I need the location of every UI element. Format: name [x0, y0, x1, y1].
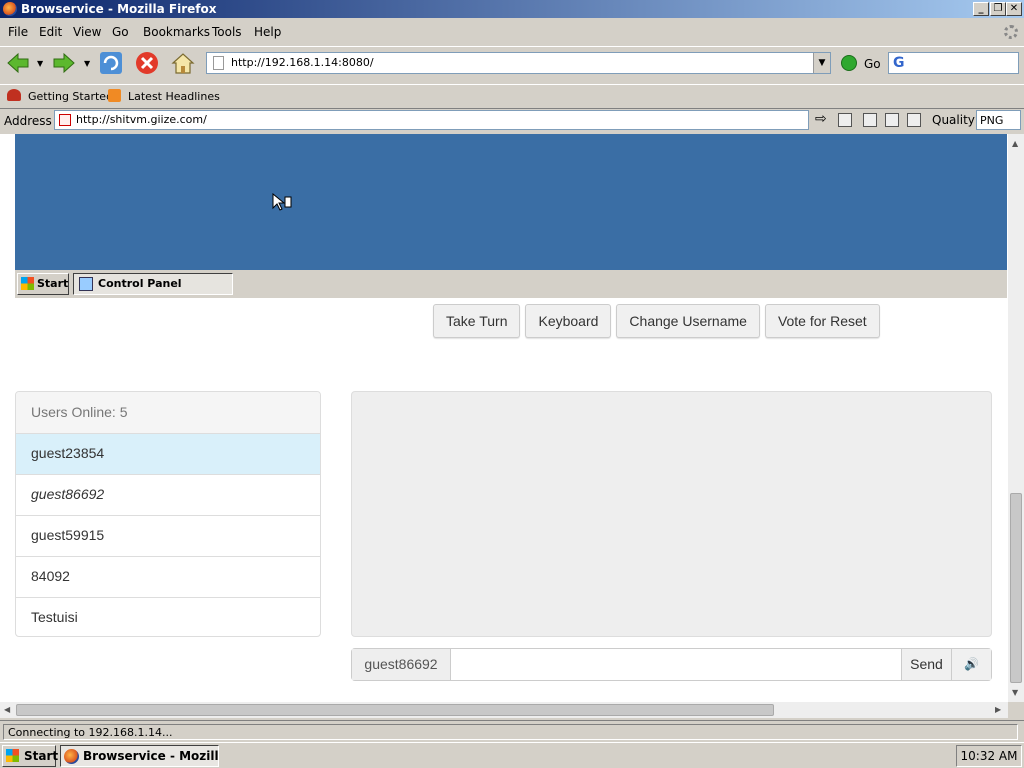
- chat-username: guest86692: [352, 649, 451, 680]
- control-panel-icon: [79, 277, 93, 291]
- vm-start-label: Start: [37, 277, 69, 290]
- throbber-icon: [1004, 25, 1018, 39]
- users-online-panel: Users Online: 5 guest23854 guest86692 gu…: [15, 391, 321, 637]
- action-button-row: Take Turn Keyboard Change Username Vote …: [433, 304, 880, 338]
- menu-tools[interactable]: Tools: [212, 25, 242, 39]
- scroll-down-icon[interactable]: ▼: [1012, 688, 1018, 697]
- keyboard-button[interactable]: Keyboard: [525, 304, 612, 338]
- user-list-item[interactable]: guest59915: [16, 516, 320, 557]
- forward-dropdown-icon[interactable]: ▼: [84, 59, 90, 68]
- vm-start-button[interactable]: Start: [17, 273, 69, 295]
- vm-screen[interactable]: [15, 134, 1007, 270]
- horizontal-scrollbar[interactable]: ◀ ▶: [0, 702, 1008, 718]
- back-arrow-icon[interactable]: [6, 51, 30, 75]
- address-label: Address: [4, 114, 52, 128]
- user-list-item[interactable]: guest23854: [16, 434, 320, 475]
- status-text: Connecting to 192.168.1.14...: [3, 724, 1018, 740]
- vote-for-reset-button[interactable]: Vote for Reset: [764, 304, 880, 338]
- firefox-icon: [3, 2, 17, 16]
- change-username-button[interactable]: Change Username: [616, 304, 760, 338]
- users-online-header: Users Online: 5: [16, 392, 320, 434]
- taskbar-task-label: Browservice - Mozilla...: [83, 749, 219, 763]
- user-list-item[interactable]: 84092: [16, 557, 320, 598]
- chat-input-group: guest86692 Send 🔊: [351, 648, 992, 681]
- quality-select[interactable]: PNG: [976, 110, 1021, 130]
- menu-bookmarks[interactable]: Bookmarks: [143, 25, 210, 39]
- page-content: Start Control Panel Take Turn Keyboard C…: [0, 134, 1008, 702]
- go-button[interactable]: Go: [864, 57, 881, 71]
- windows-flag-icon: [6, 749, 19, 762]
- send-button[interactable]: Send: [901, 649, 951, 680]
- menu-go[interactable]: Go: [112, 25, 129, 39]
- rss-feed-icon: [108, 89, 121, 102]
- user-list-item[interactable]: Testuisi: [16, 598, 320, 636]
- window-title: Browservice - Mozilla Firefox: [21, 2, 217, 16]
- quality-label: Quality: [932, 113, 975, 127]
- menu-edit[interactable]: Edit: [39, 25, 62, 39]
- url-field[interactable]: http://192.168.1.14:8080/ ▼: [206, 52, 831, 74]
- address-text: http://shitvm.giize.com/: [76, 113, 207, 126]
- address-field[interactable]: http://shitvm.giize.com/: [54, 110, 809, 130]
- status-bar: Connecting to 192.168.1.14...: [0, 720, 1024, 740]
- vertical-scrollbar[interactable]: ▲ ▼: [1008, 134, 1024, 702]
- close-button[interactable]: ✕: [1006, 2, 1022, 16]
- user-list-item[interactable]: guest86692: [16, 475, 320, 516]
- clipboard-icon[interactable]: [907, 113, 921, 127]
- go-icon[interactable]: [841, 55, 857, 71]
- insecure-icon: [59, 114, 71, 126]
- window-titlebar: Browservice - Mozilla Firefox _ ❐ ✕: [0, 0, 1024, 18]
- bookmark-latest-headlines[interactable]: Latest Headlines: [128, 90, 220, 103]
- taskbar-firefox-button[interactable]: Browservice - Mozilla...: [60, 745, 219, 767]
- vertical-scroll-thumb[interactable]: [1010, 493, 1022, 683]
- menu-help[interactable]: Help: [254, 25, 281, 39]
- system-clock: 10:32 AM: [956, 745, 1022, 767]
- menu-view[interactable]: View: [73, 25, 101, 39]
- page-icon: [213, 56, 224, 70]
- horizontal-scroll-thumb[interactable]: [16, 704, 774, 716]
- find-icon[interactable]: [885, 113, 899, 127]
- start-button[interactable]: Start: [2, 745, 59, 767]
- bookmarks-list-icon[interactable]: [863, 113, 877, 127]
- google-search-icon[interactable]: G: [893, 55, 905, 71]
- start-label: Start: [24, 749, 59, 763]
- menu-bar: File Edit View Go Bookmarks Tools Help: [0, 22, 1024, 42]
- firefox-icon: [64, 749, 79, 764]
- getting-started-icon: [7, 89, 21, 101]
- back-dropdown-icon[interactable]: ▼: [37, 59, 43, 68]
- reload-icon[interactable]: [99, 51, 123, 75]
- vm-taskbar: Start Control Panel: [15, 270, 1007, 298]
- chat-input[interactable]: [451, 649, 901, 680]
- url-dropdown-icon[interactable]: ▼: [813, 53, 830, 73]
- vm-task-control-panel[interactable]: Control Panel: [73, 273, 233, 295]
- take-turn-button[interactable]: Take Turn: [433, 304, 521, 338]
- forward-arrow-icon[interactable]: [52, 51, 76, 75]
- os-taskbar: Start Browservice - Mozilla... 10:32 AM: [0, 742, 1024, 768]
- scroll-up-icon[interactable]: ▲: [1012, 139, 1018, 148]
- minimize-button[interactable]: _: [973, 2, 989, 16]
- url-text: http://192.168.1.14:8080/: [231, 56, 374, 69]
- chat-messages: [351, 391, 992, 637]
- menu-file[interactable]: File: [8, 25, 28, 39]
- bookmark-page-icon[interactable]: [838, 113, 852, 127]
- bookmark-getting-started[interactable]: Getting Started: [28, 90, 113, 103]
- vm-task-label: Control Panel: [98, 277, 182, 290]
- navigate-arrow-icon[interactable]: ⇨: [815, 111, 827, 127]
- maximize-button[interactable]: ❐: [990, 2, 1006, 16]
- busy-cursor-icon: [272, 193, 292, 211]
- speaker-icon: 🔊: [964, 657, 979, 671]
- bookmarks-toolbar: Getting Started Latest Headlines: [0, 84, 1024, 106]
- home-icon[interactable]: [171, 51, 195, 75]
- search-field[interactable]: G: [888, 52, 1019, 74]
- scroll-left-icon[interactable]: ◀: [4, 705, 10, 714]
- sound-toggle-button[interactable]: 🔊: [951, 649, 991, 680]
- stop-icon[interactable]: [135, 51, 159, 75]
- windows-flag-icon: [21, 277, 34, 290]
- scroll-right-icon[interactable]: ▶: [995, 705, 1001, 714]
